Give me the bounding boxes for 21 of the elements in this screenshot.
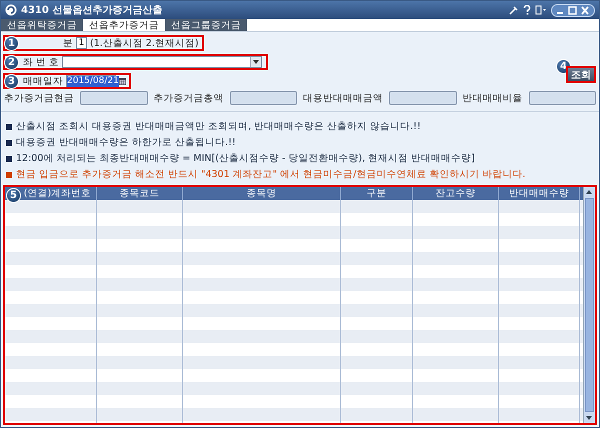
note-text: 12:00에 처리되는 최종반대매매수량 = MIN[(산출시점수량 - 당일전환매수량), 현재시점 반대매매수량] — [16, 152, 475, 165]
type-input[interactable]: 1 — [76, 37, 87, 49]
field-label: 대용반대매매금액 — [303, 92, 383, 104]
search-button[interactable]: 조회 — [566, 66, 596, 83]
field-label: 분 — [63, 36, 73, 50]
step-badge: 1 — [4, 36, 19, 51]
field-label: 추가증거금총액 — [154, 92, 224, 104]
note-text: 대용증권 반대매매수량은 하한가로 산출됩니다.!! — [16, 136, 236, 149]
tab[interactable]: 선옵위탁증거금 — [1, 19, 83, 31]
step-badge: 2 — [4, 55, 19, 70]
date-field[interactable]: 2015/08/21 — [66, 75, 116, 87]
tab[interactable]: 선옵그룹증거금 — [165, 19, 247, 31]
field-label: 반대매매비율 — [462, 92, 522, 104]
step-badge: 3 — [4, 74, 19, 89]
hint-text: (1.산출시점 2.현재시점) — [90, 36, 199, 50]
note-text: 산출시점 조회시 대용증권 반대매매금액만 조회되며, 반대매매수량은 산출하지 않습니다.!! — [16, 120, 421, 133]
field-label: 매매일자 — [23, 74, 63, 88]
field-label: 추가증거금현금 — [4, 92, 74, 104]
field-label: 좌 번 호 — [23, 56, 60, 68]
note-text: 현금 입금으로 추가증거금 해소전 반드시 "4301 계좌잔고" 에서 현금미수금/현금미수연체료 확인하시기 바랍니다. — [16, 168, 526, 181]
window-title: 4310 선물옵션추가증거금산출 — [21, 4, 164, 17]
